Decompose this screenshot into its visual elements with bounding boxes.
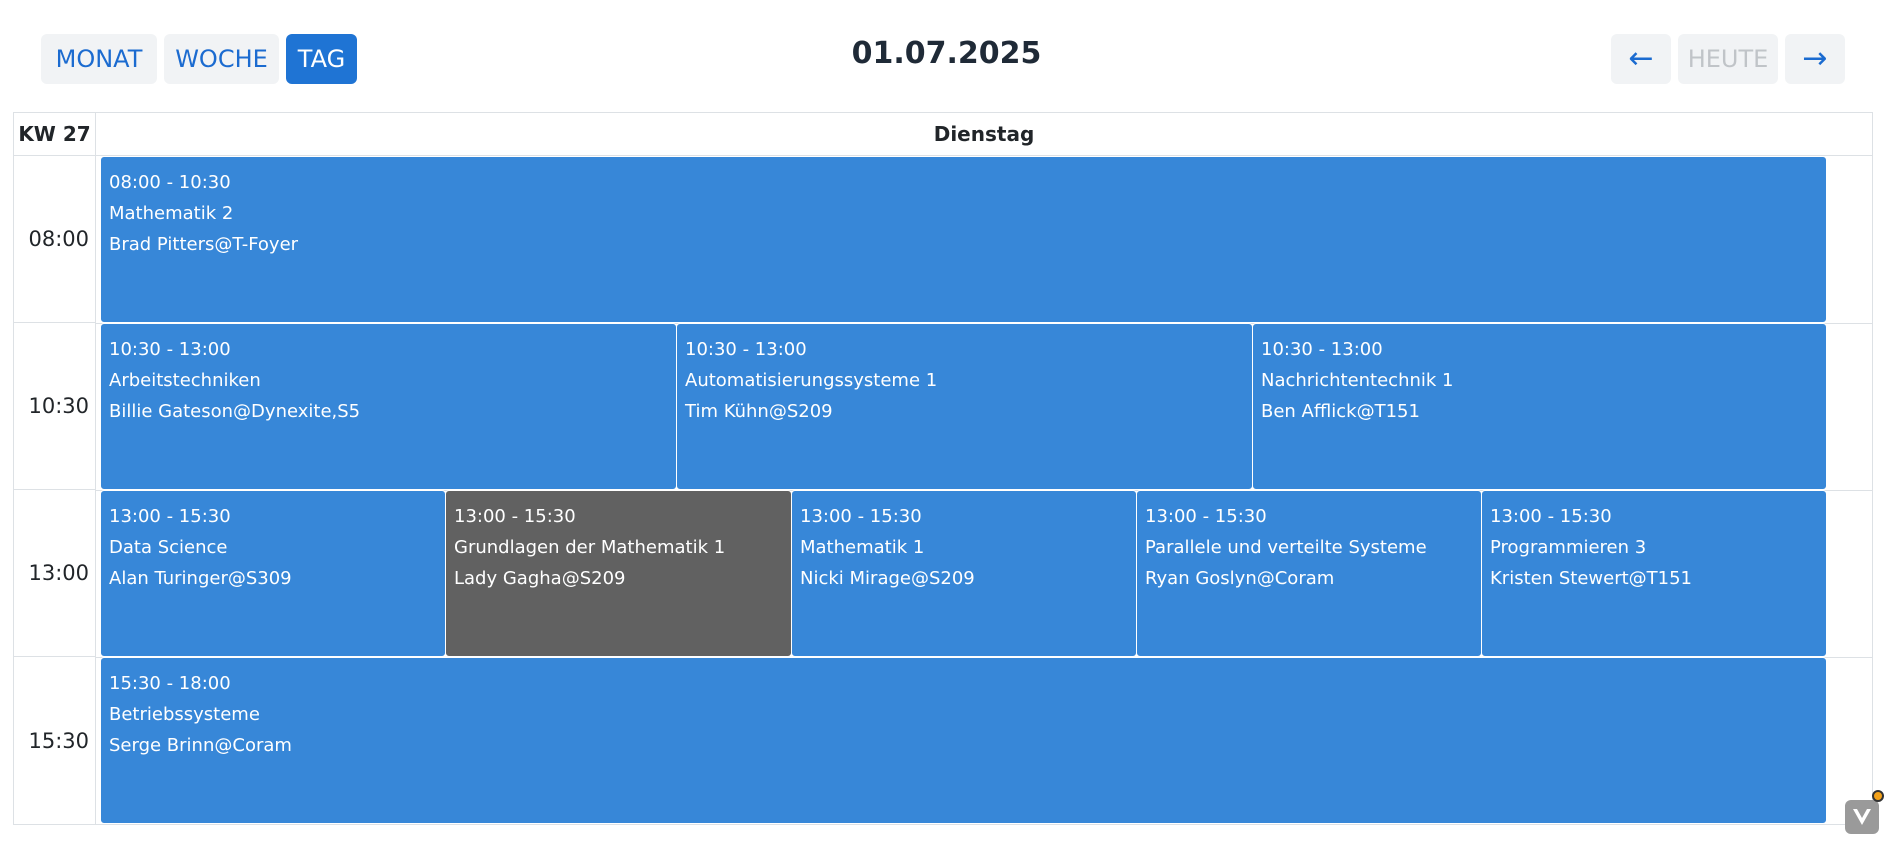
event-time: 10:30 - 13:00 [1261, 339, 1383, 360]
event-location: Lady Gagha@S209 [454, 568, 626, 589]
event-title: Mathematik 2 [109, 203, 234, 224]
today-button[interactable]: HEUTE [1678, 34, 1778, 84]
calendar-event[interactable]: 13:00 - 15:30 Programmieren 3 Kristen St… [1481, 490, 1827, 657]
event-time: 15:30 - 18:00 [109, 673, 231, 694]
calendar-event[interactable]: 08:00 - 10:30 Mathematik 2 Brad Pitters@… [100, 156, 1827, 323]
calendar-toolbar: MONAT WOCHE TAG 01.07.2025 ← HEUTE → [0, 0, 1893, 110]
event-time: 10:30 - 13:00 [109, 339, 231, 360]
event-title: Grundlagen der Mathematik 1 [454, 537, 726, 558]
calendar-event[interactable]: 13:00 - 15:30 Parallele und verteilte Sy… [1136, 490, 1482, 657]
time-slot-row: 13:00 [14, 490, 95, 657]
time-slot-row: 10:30 [14, 323, 95, 490]
event-title: Data Science [109, 537, 228, 558]
current-date-title: 01.07.2025 [851, 36, 1042, 71]
time-slot-label: 08:00 [28, 227, 89, 251]
event-location: Serge Brinn@Coram [109, 735, 292, 756]
event-time: 13:00 - 15:30 [1145, 506, 1267, 527]
day-grid: KW 27 Dienstag 08:00 10:30 13:00 15:30 0… [13, 112, 1873, 825]
event-location: Kristen Stewert@T151 [1490, 568, 1693, 589]
time-slot-label: 13:00 [28, 561, 89, 585]
time-slot-label: 15:30 [28, 728, 89, 753]
notification-dot [1872, 790, 1884, 802]
event-title: Programmieren 3 [1490, 537, 1647, 558]
grid-header: KW 27 Dienstag [14, 113, 1872, 156]
event-title: Arbeitstechniken [109, 370, 261, 391]
event-title: Betriebssysteme [109, 704, 260, 725]
event-time: 10:30 - 13:00 [685, 339, 807, 360]
event-location: Alan Turinger@S309 [109, 568, 292, 589]
event-location: Tim Kühn@S209 [685, 401, 833, 422]
next-arrow-icon[interactable]: → [1785, 34, 1845, 84]
event-time: 13:00 - 15:30 [800, 506, 922, 527]
calendar-event-selected[interactable]: 13:00 - 15:30 Grundlagen der Mathematik … [445, 490, 792, 657]
event-title: Automatisierungssysteme 1 [685, 370, 938, 391]
event-time: 13:00 - 15:30 [109, 506, 231, 527]
day-name-header: Dienstag [933, 122, 1035, 146]
event-location: Ryan Goslyn@Coram [1145, 568, 1335, 589]
event-time: 13:00 - 15:30 [454, 506, 576, 527]
calendar-event[interactable]: 13:00 - 15:30 Data Science Alan Turinger… [100, 490, 446, 657]
vue-devtools-icon[interactable] [1845, 800, 1879, 834]
time-slot-label: 10:30 [28, 394, 89, 418]
calendar-event[interactable]: 15:30 - 18:00 Betriebssysteme Serge Brin… [100, 657, 1827, 824]
calendar-event[interactable]: 10:30 - 13:00 Arbeitstechniken Billie Ga… [100, 323, 677, 490]
event-location: Ben Afflick@T151 [1261, 401, 1420, 422]
event-time: 13:00 - 15:30 [1490, 506, 1612, 527]
event-location: Brad Pitters@T-Foyer [109, 234, 299, 255]
calendar-event[interactable]: 10:30 - 13:00 Automatisierungssysteme 1 … [676, 323, 1253, 490]
event-title: Parallele und verteilte Systeme [1145, 537, 1427, 558]
event-time: 08:00 - 10:30 [109, 172, 231, 193]
previous-arrow-icon[interactable]: ← [1611, 34, 1671, 84]
week-number-label: KW 27 [14, 113, 96, 155]
calendar-event[interactable]: 13:00 - 15:30 Mathematik 1 Nicki Mirage@… [791, 490, 1137, 657]
time-slot-row: 15:30 [14, 657, 95, 824]
event-title: Nachrichtentechnik 1 [1261, 370, 1454, 391]
time-slot-row: 08:00 [14, 156, 95, 323]
event-location: Nicki Mirage@S209 [800, 568, 975, 589]
event-title: Mathematik 1 [800, 537, 925, 558]
event-location: Billie Gateson@Dynexite,S5 [109, 401, 361, 422]
vue-devtools-icon [1853, 809, 1871, 825]
time-column: 08:00 10:30 13:00 15:30 [14, 156, 96, 824]
calendar-event[interactable]: 10:30 - 13:00 Nachrichtentechnik 1 Ben A… [1252, 323, 1827, 490]
